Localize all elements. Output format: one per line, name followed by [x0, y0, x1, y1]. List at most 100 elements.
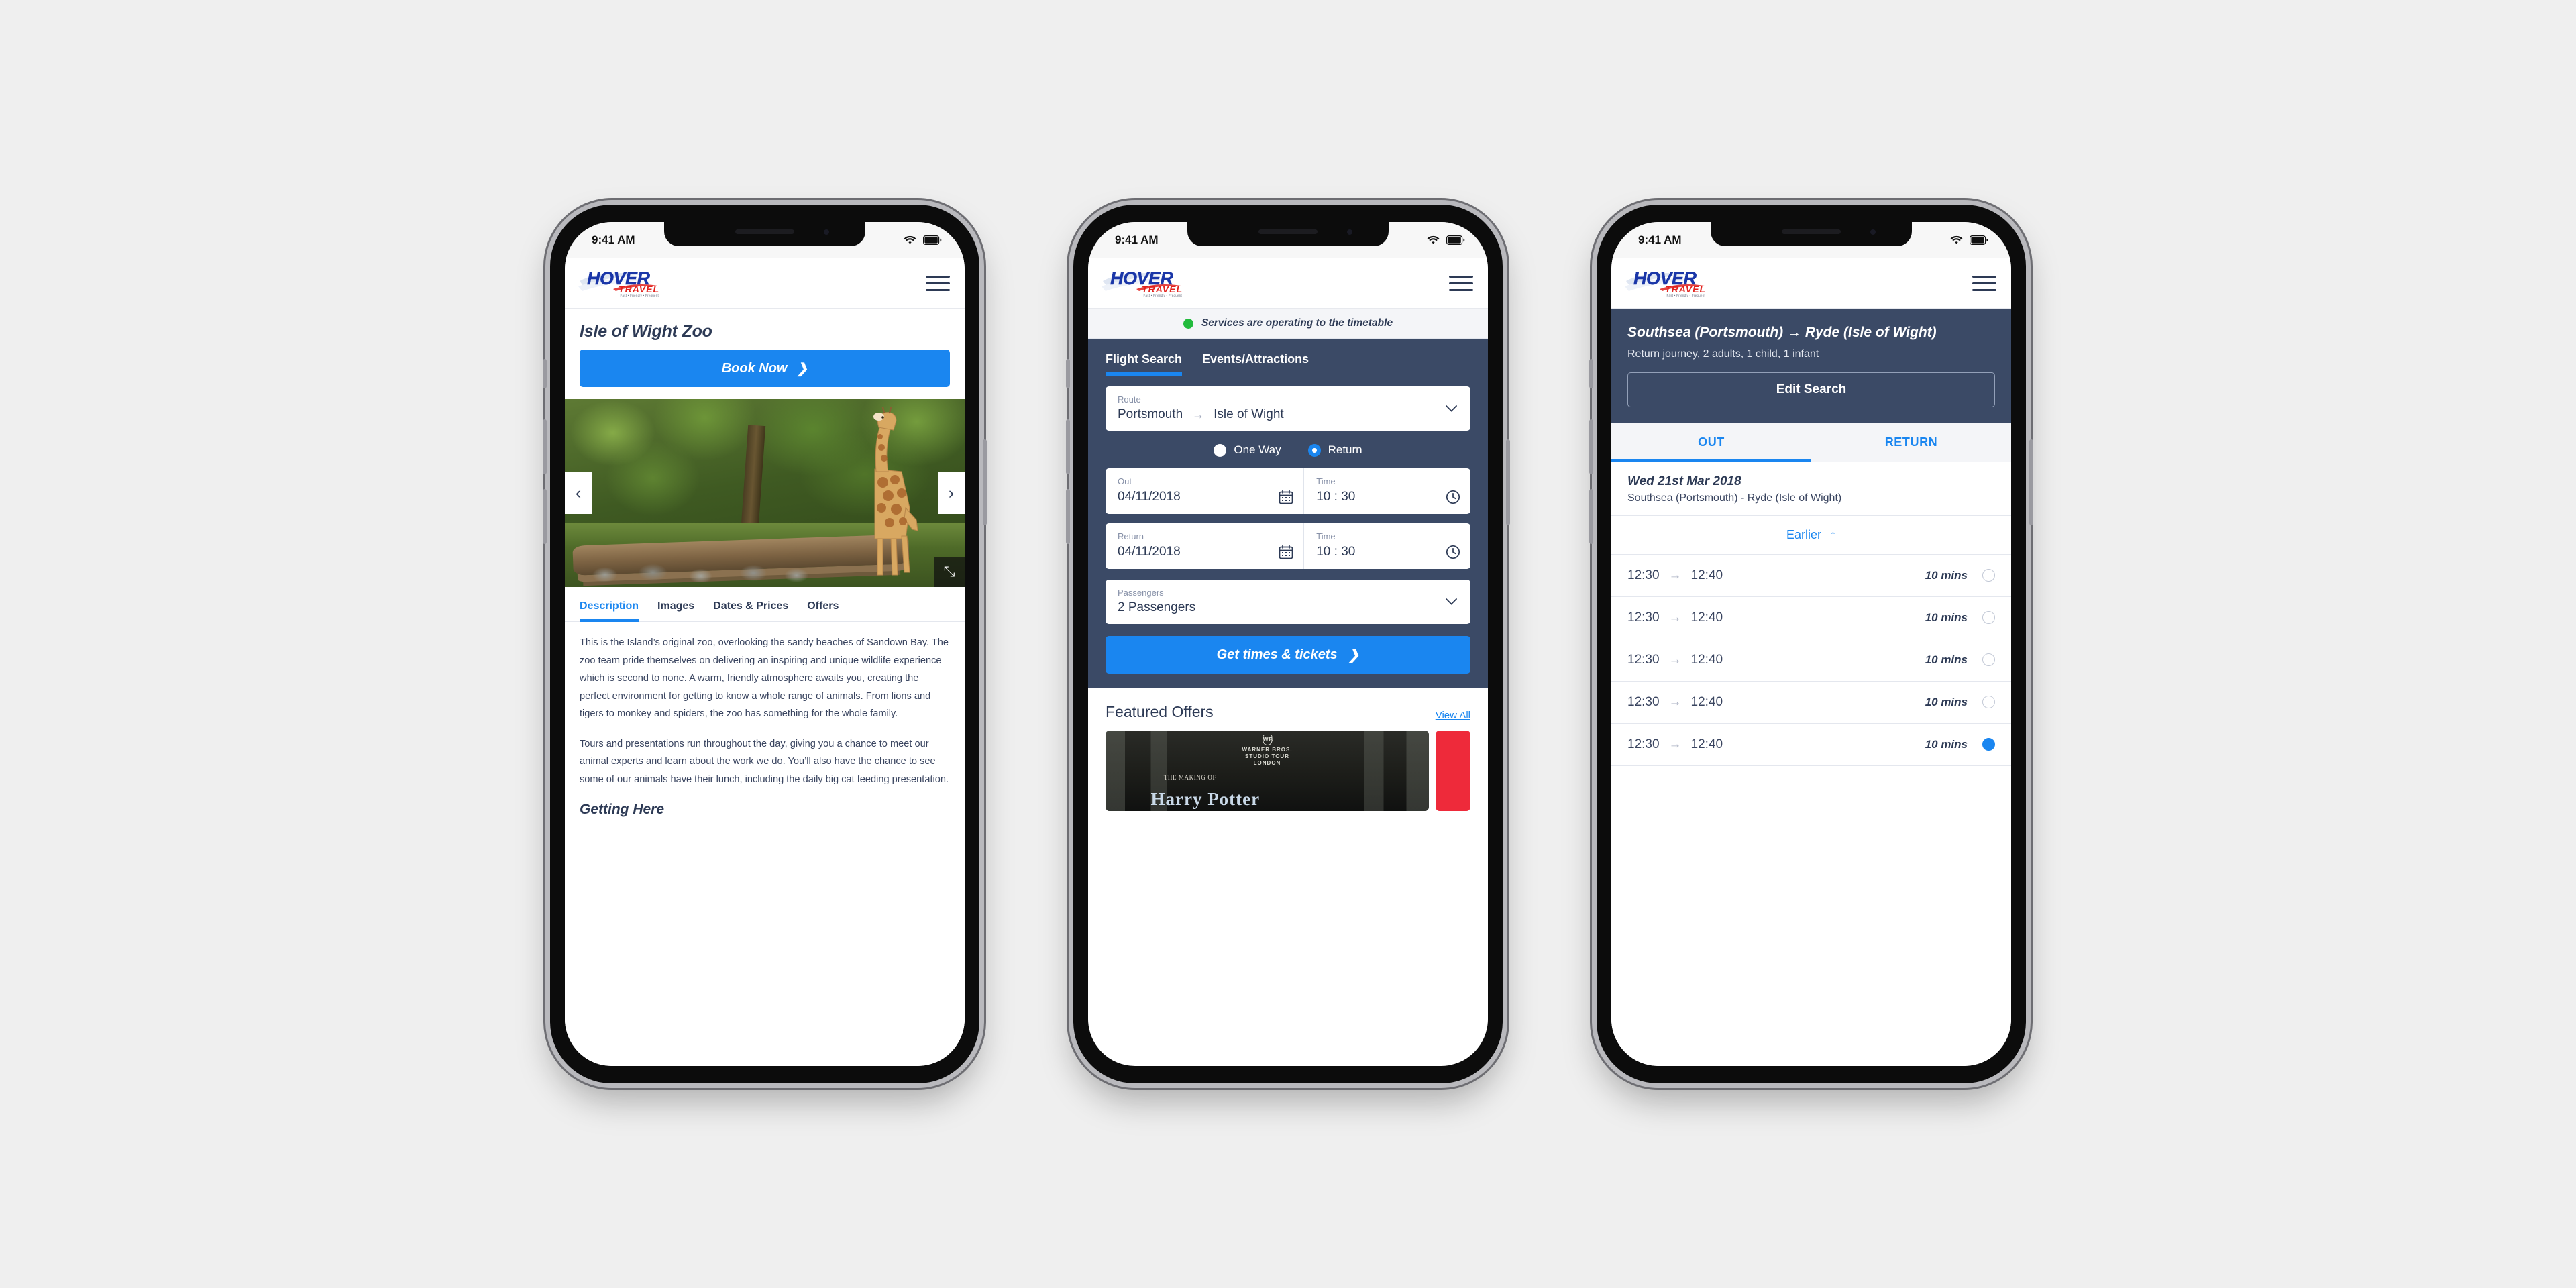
hamburger-menu-icon[interactable] — [1449, 275, 1473, 291]
status-green-dot-icon — [1183, 318, 1193, 329]
select-journey-radio[interactable] — [1982, 569, 1995, 582]
device-notch — [1187, 222, 1389, 246]
tab-offers[interactable]: Offers — [807, 600, 839, 622]
radio-return[interactable]: Return — [1307, 443, 1362, 457]
radio-one-way[interactable]: One Way — [1214, 443, 1281, 457]
hovertravel-logo[interactable]: HOVER TRAVEL Fast • Friendly • Frequent — [1625, 266, 1709, 300]
earlier-times-button[interactable]: Earlier ↑ — [1611, 516, 2011, 555]
depart-time: 12:30 — [1627, 568, 1660, 582]
table-row[interactable]: 12:30 → 12:40 10 mins — [1611, 639, 2011, 682]
select-journey-radio[interactable] — [1982, 611, 1995, 625]
phone1-content: Isle of Wight Zoo Book Now ❯ ‹ › ⤡ Descr… — [565, 309, 965, 1066]
offer-making-of-text: THE MAKING OF — [1163, 773, 1217, 781]
arrow-right-icon: → — [1668, 568, 1682, 582]
device-notch — [1711, 222, 1912, 246]
hamburger-bar — [1972, 288, 1996, 291]
table-row[interactable]: 12:30 → 12:40 10 mins — [1611, 682, 2011, 724]
route-origin: Portsmouth — [1118, 407, 1183, 421]
out-time-field[interactable]: Time 10 : 30 — [1303, 468, 1470, 514]
calendar-icon — [1279, 490, 1293, 504]
duration-label: 10 mins — [1925, 653, 1968, 666]
wifi-icon — [1427, 235, 1440, 244]
volume-down-button[interactable] — [1066, 489, 1070, 544]
power-button[interactable] — [983, 439, 987, 525]
phone2-screen: 9:41 AM HOVER TRAVEL Fast • Friendly • F… — [1088, 222, 1488, 1066]
tab-images[interactable]: Images — [657, 600, 694, 622]
mute-switch[interactable] — [543, 359, 547, 388]
select-journey-radio[interactable] — [1982, 653, 1995, 667]
chevron-down-icon — [1446, 598, 1457, 605]
arrive-time: 12:40 — [1690, 694, 1723, 709]
tab-flight-search[interactable]: Flight Search — [1106, 352, 1183, 376]
table-row[interactable]: 12:30 → 12:40 10 mins — [1611, 597, 2011, 639]
volume-up-button[interactable] — [1066, 419, 1070, 474]
three-phone-mockup-stage: 9:41 AM HOVER TRAVEL Fast • Friendly • F… — [0, 0, 2576, 1288]
rock-pile — [580, 559, 821, 582]
carousel-next-button[interactable]: › — [938, 472, 965, 514]
volume-down-button[interactable] — [543, 489, 547, 544]
radio-one-way-indicator — [1214, 443, 1227, 457]
mute-switch[interactable] — [1589, 359, 1593, 388]
return-time-field[interactable]: Time 10 : 30 — [1303, 523, 1470, 569]
select-journey-radio[interactable] — [1982, 738, 1995, 751]
featured-offers-title: Featured Offers — [1106, 703, 1214, 720]
wifi-icon — [904, 235, 916, 244]
return-date-value: 04/11/2018 — [1118, 545, 1181, 559]
volume-down-button[interactable] — [1589, 489, 1593, 544]
return-time-label: Time — [1316, 531, 1336, 541]
tab-return[interactable]: RETURN — [1811, 423, 2011, 462]
description-body: This is the Island’s original zoo, overl… — [565, 622, 965, 788]
status-bar-time: 9:41 AM — [1115, 233, 1159, 246]
site-header: HOVER TRAVEL Fast • Friendly • Frequent — [1088, 258, 1488, 309]
tab-dates-prices[interactable]: Dates & Prices — [713, 600, 788, 622]
arrive-time: 12:40 — [1690, 737, 1723, 751]
journey-date: Wed 21st Mar 2018 — [1627, 474, 1741, 488]
hovertravel-logo[interactable]: HOVER TRAVEL Fast • Friendly • Frequent — [578, 266, 663, 300]
power-button[interactable] — [1506, 439, 1510, 525]
wifi-icon — [1950, 235, 1963, 244]
out-date-field[interactable]: Out 04/11/2018 — [1106, 468, 1303, 514]
phone1-screen: 9:41 AM HOVER TRAVEL Fast • Friendly • F… — [565, 222, 965, 1066]
arrow-right-icon: → — [1668, 737, 1682, 751]
phone3-screen: 9:41 AM HOVER TRAVEL Fast • Friendly • F… — [1611, 222, 2011, 1066]
hamburger-menu-icon[interactable] — [926, 275, 950, 291]
offer-card-next-peek[interactable] — [1436, 731, 1470, 811]
tab-description[interactable]: Description — [580, 600, 639, 622]
tab-events-attractions[interactable]: Events/Attractions — [1202, 352, 1309, 376]
arrow-right-icon: → — [1668, 652, 1682, 667]
offers-carousel[interactable]: WB WARNER BROS. STUDIO TOUR LONDON THE M… — [1106, 731, 1470, 811]
volume-up-button[interactable] — [1589, 419, 1593, 474]
mute-switch[interactable] — [1066, 359, 1070, 388]
book-now-button[interactable]: Book Now ❯ — [580, 350, 950, 387]
carousel-prev-button[interactable]: ‹ — [565, 472, 592, 514]
select-journey-radio[interactable] — [1982, 696, 1995, 709]
arrow-right-icon: → — [1668, 694, 1682, 709]
front-camera — [824, 229, 829, 235]
journey-route-title: Southsea (Portsmouth) → Ryde (Isle of Wi… — [1627, 325, 1937, 340]
page-title: Isle of Wight Zoo — [580, 322, 712, 341]
tab-out[interactable]: OUT — [1611, 423, 1811, 462]
volume-up-button[interactable] — [543, 419, 547, 474]
phone-mockup-2: 9:41 AM HOVER TRAVEL Fast • Friendly • F… — [1066, 205, 1510, 1083]
hovertravel-logo[interactable]: HOVER TRAVEL Fast • Friendly • Frequent — [1102, 266, 1186, 300]
return-date-field[interactable]: Return 04/11/2018 — [1106, 523, 1303, 569]
image-carousel: ‹ › ⤡ — [565, 399, 965, 587]
logo-tagline: Fast • Friendly • Frequent — [1143, 294, 1182, 297]
table-row[interactable]: 12:30 → 12:40 10 mins — [1611, 555, 2011, 597]
hamburger-menu-icon[interactable] — [1972, 275, 1996, 291]
expand-image-button[interactable]: ⤡ — [934, 557, 965, 587]
route-field[interactable]: Route Portsmouth → Isle of Wight — [1106, 386, 1470, 431]
calendar-icon — [1279, 545, 1293, 559]
offer-card-harry-potter[interactable]: WB WARNER BROS. STUDIO TOUR LONDON THE M… — [1106, 731, 1429, 811]
table-row[interactable]: 12:30 → 12:40 10 mins — [1611, 724, 2011, 766]
power-button[interactable] — [2029, 439, 2033, 525]
offer-brand-line-1: WARNER BROS. — [1242, 747, 1293, 753]
chevron-down-icon — [1446, 405, 1457, 412]
view-all-link[interactable]: View All — [1436, 710, 1470, 721]
earpiece-speaker — [735, 229, 794, 234]
search-panel-tabs: Flight Search Events/Attractions — [1088, 339, 1488, 376]
passengers-field[interactable]: Passengers 2 Passengers — [1106, 580, 1470, 624]
duration-label: 10 mins — [1925, 568, 1968, 582]
get-times-tickets-button[interactable]: Get times & tickets ❯ — [1106, 636, 1470, 674]
edit-search-button[interactable]: Edit Search — [1627, 372, 1995, 407]
